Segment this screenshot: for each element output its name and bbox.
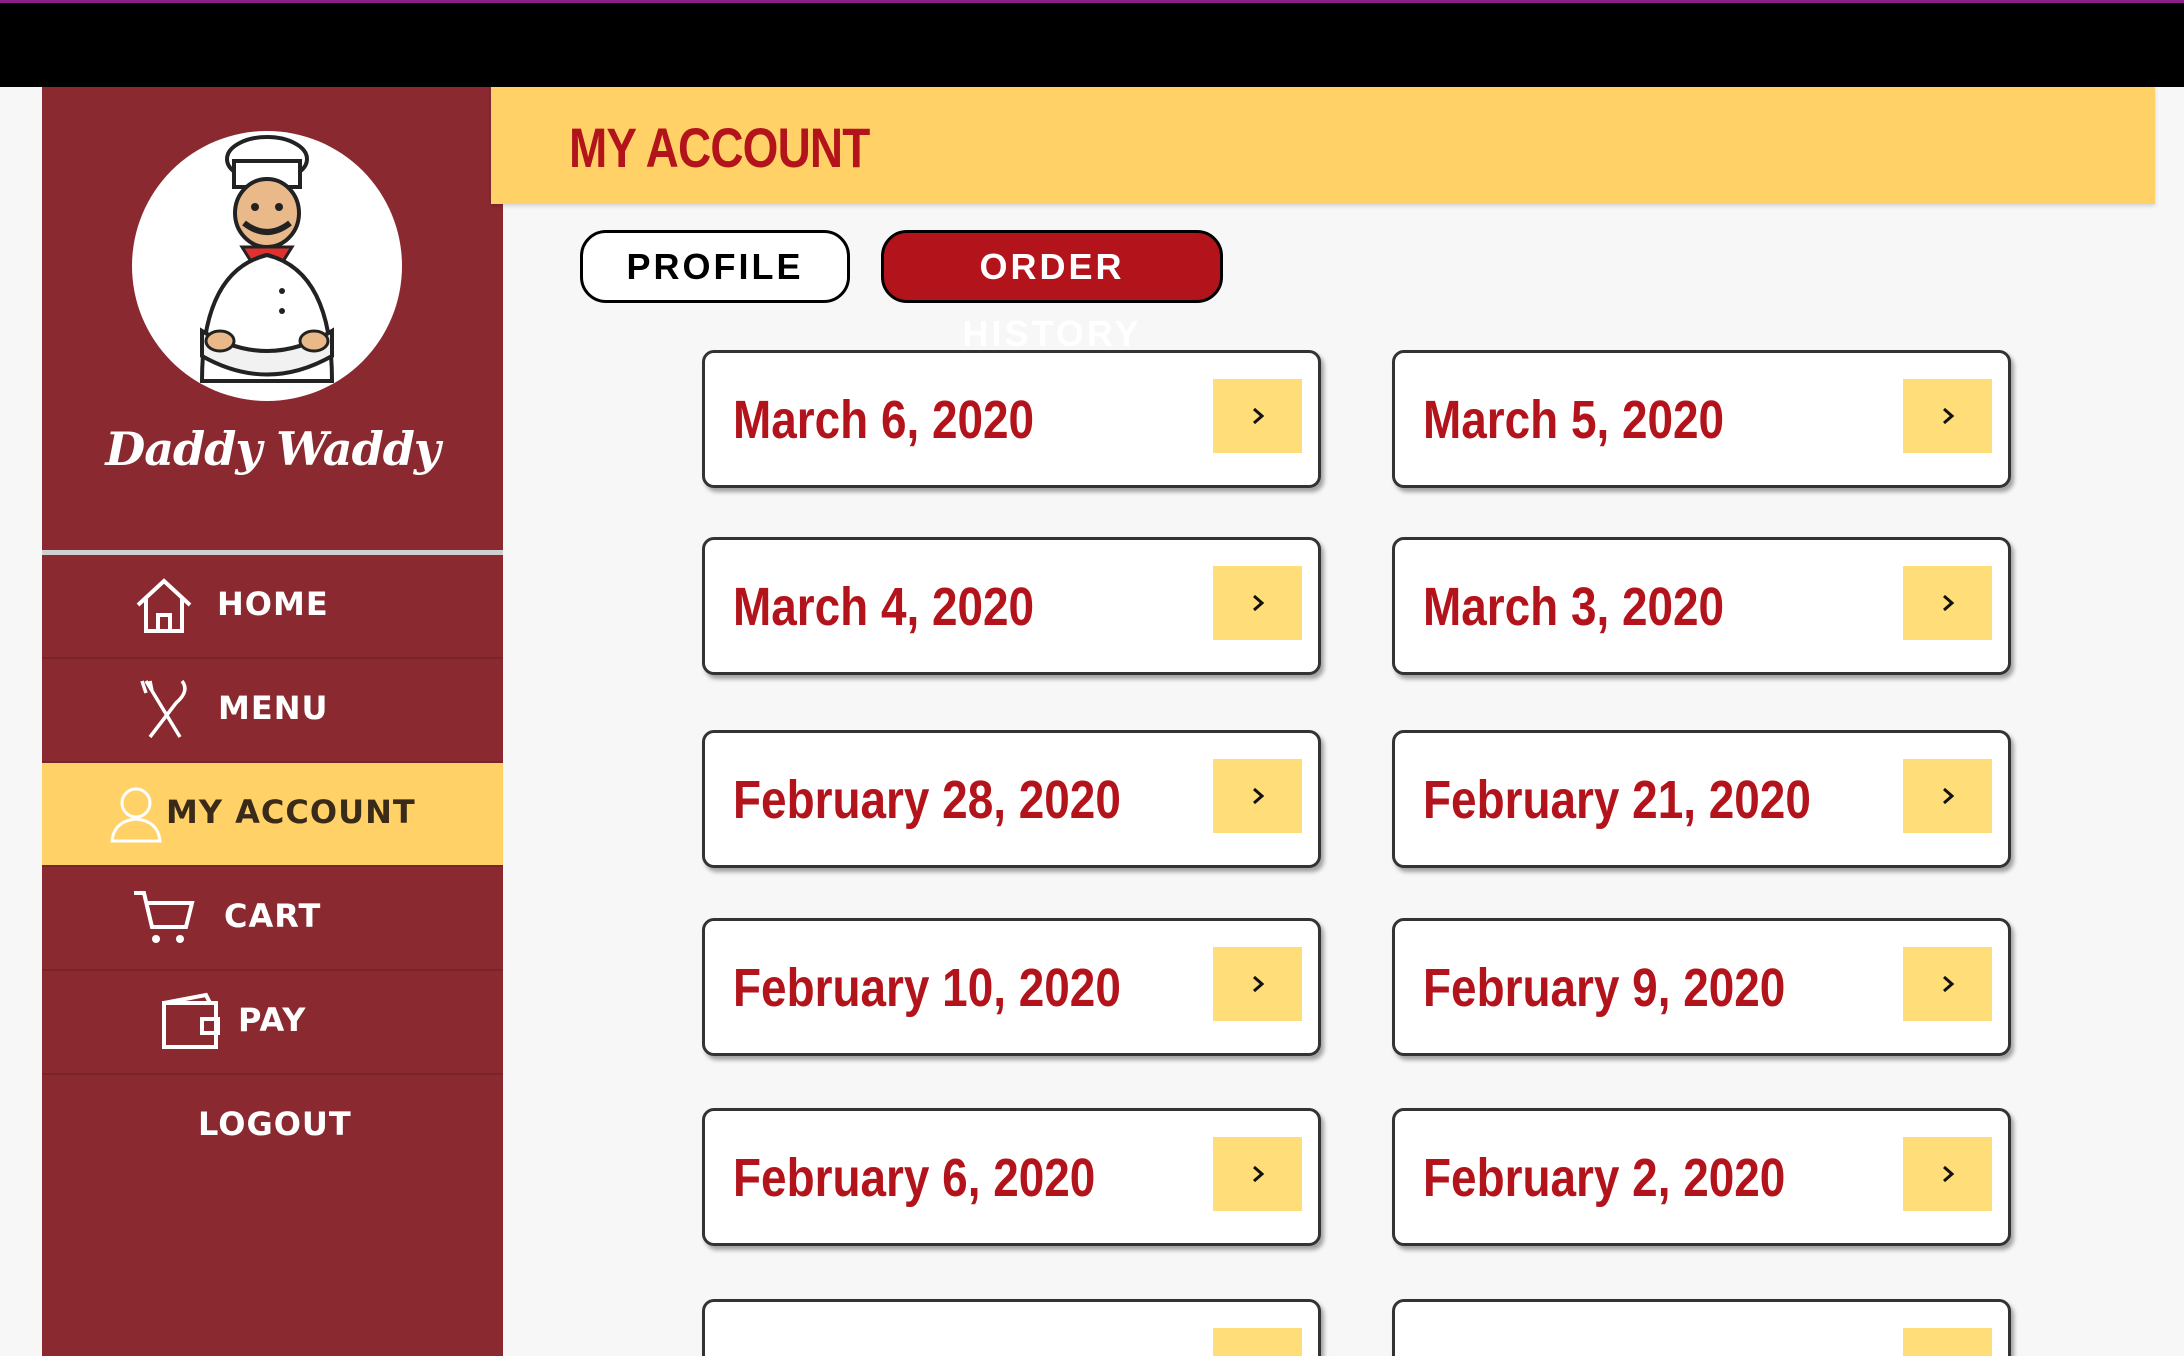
- view-order-button[interactable]: [1903, 566, 1992, 640]
- order-card[interactable]: March 6, 2020: [702, 350, 1321, 488]
- order-card[interactable]: March 3, 2020: [1392, 537, 2011, 675]
- order-card[interactable]: February 9, 2020: [1392, 918, 2011, 1056]
- cart-icon: [132, 885, 196, 949]
- user-icon: [104, 781, 168, 845]
- chevron-right-icon: [1252, 594, 1264, 612]
- order-card[interactable]: February 10, 2020: [702, 918, 1321, 1056]
- brand-name: Daddy Waddy: [105, 422, 440, 476]
- tab-profile[interactable]: PROFILE: [580, 230, 850, 303]
- nav-item-menu[interactable]: MENU: [42, 659, 503, 763]
- chevron-right-icon: [1942, 975, 1954, 993]
- chevron-right-icon: [1942, 787, 1954, 805]
- nav-item-my-account[interactable]: MY ACCOUNT: [42, 763, 503, 867]
- order-date: March 4, 2020: [733, 577, 1035, 637]
- order-date: February 28, 2020: [733, 770, 1121, 830]
- browser-top-bar: [0, 0, 2184, 87]
- view-order-button[interactable]: [1213, 1137, 1302, 1211]
- nav-item-cart[interactable]: CART: [42, 867, 503, 971]
- nav-label: MY ACCOUNT: [166, 793, 416, 831]
- chevron-right-icon: [1942, 407, 1954, 425]
- order-date: February 2, 2020: [1423, 1148, 1786, 1208]
- order-card[interactable]: February 6, 2020: [702, 1108, 1321, 1246]
- chevron-right-icon: [1942, 594, 1954, 612]
- order-date: March 5, 2020: [1423, 390, 1725, 450]
- view-order-button[interactable]: [1213, 379, 1302, 453]
- view-order-button[interactable]: [1903, 1328, 1992, 1356]
- view-order-button[interactable]: [1903, 1137, 1992, 1211]
- page-title: MY ACCOUNT: [569, 116, 870, 179]
- order-date: March 6, 2020: [733, 390, 1035, 450]
- order-card[interactable]: February 28, 2020: [702, 730, 1321, 868]
- order-card-partial[interactable]: [1392, 1299, 2011, 1356]
- page-header: MY ACCOUNT: [491, 87, 2155, 204]
- home-icon: [132, 573, 196, 637]
- view-order-button[interactable]: [1213, 1328, 1302, 1356]
- chevron-right-icon: [1252, 787, 1264, 805]
- nav-label: MENU: [218, 689, 329, 727]
- chevron-right-icon: [1252, 975, 1264, 993]
- order-card[interactable]: March 5, 2020: [1392, 350, 2011, 488]
- chevron-right-icon: [1252, 1165, 1264, 1183]
- chef-icon: [199, 135, 335, 383]
- nav-label: CART: [224, 897, 322, 935]
- order-card-partial[interactable]: [702, 1299, 1321, 1356]
- order-card[interactable]: March 4, 2020: [702, 537, 1321, 675]
- utensils-icon: [132, 677, 196, 741]
- order-card[interactable]: February 2, 2020: [1392, 1108, 2011, 1246]
- order-date: March 3, 2020: [1423, 577, 1725, 637]
- view-order-button[interactable]: [1213, 759, 1302, 833]
- nav-item-home[interactable]: HOME: [42, 555, 503, 659]
- order-date: February 21, 2020: [1423, 770, 1811, 830]
- tab-order-history[interactable]: ORDER HISTORY: [881, 230, 1223, 354]
- view-order-button[interactable]: [1213, 947, 1302, 1021]
- wallet-icon: [158, 989, 222, 1053]
- nav-item-logout[interactable]: LOGOUT: [42, 1075, 503, 1179]
- view-order-button[interactable]: [1903, 947, 1992, 1021]
- order-date: February 9, 2020: [1423, 958, 1786, 1018]
- view-order-button[interactable]: [1213, 566, 1302, 640]
- chevron-right-icon: [1942, 1165, 1954, 1183]
- nav-label: HOME: [217, 585, 329, 623]
- order-date: February 6, 2020: [733, 1148, 1096, 1208]
- view-order-button[interactable]: [1903, 759, 1992, 833]
- nav-label: PAY: [238, 1001, 307, 1039]
- chef-logo[interactable]: [132, 131, 402, 401]
- nav-item-pay[interactable]: PAY: [42, 971, 503, 1075]
- order-date: February 10, 2020: [733, 958, 1121, 1018]
- sidebar: Daddy Waddy HOME MENU MY ACCOUNT CART PA…: [42, 87, 503, 1356]
- view-order-button[interactable]: [1903, 379, 1992, 453]
- chevron-right-icon: [1252, 407, 1264, 425]
- order-card[interactable]: February 21, 2020: [1392, 730, 2011, 868]
- nav-label: LOGOUT: [198, 1105, 352, 1143]
- logo-area: Daddy Waddy: [42, 87, 503, 547]
